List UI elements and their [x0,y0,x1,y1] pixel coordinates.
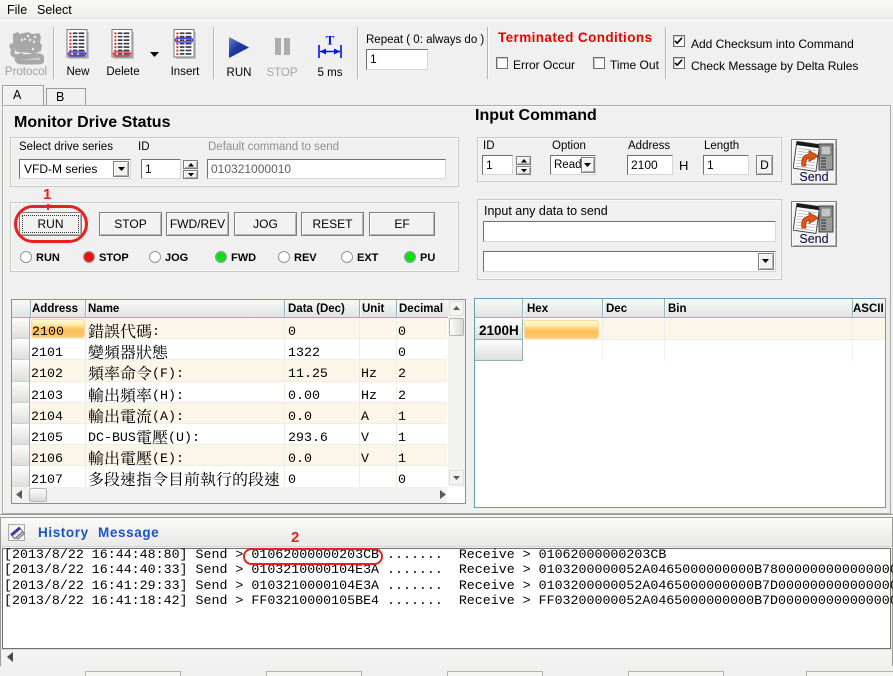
svg-text:T: T [326,35,335,48]
